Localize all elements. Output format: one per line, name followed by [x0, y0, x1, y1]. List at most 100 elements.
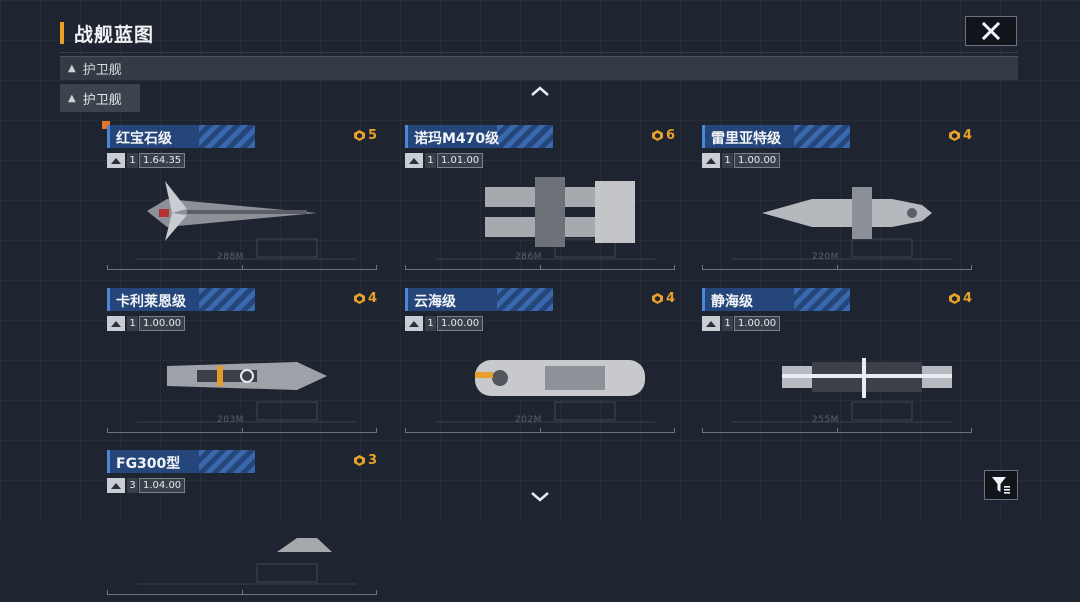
ship-count: 1: [127, 316, 138, 331]
ship-type-icon: [107, 153, 125, 168]
ship-version: 1.00.00: [734, 316, 781, 331]
ship-card[interactable]: 卡利莱恩级 4 1 1.00.00 203M: [107, 288, 377, 440]
ship-blueprint: [732, 187, 952, 260]
ship-stats: 1 1.00.00: [702, 152, 781, 169]
ship-blueprint: [137, 538, 357, 585]
name-bar-stripes: [794, 125, 850, 148]
ship-cost: 4: [948, 291, 972, 306]
name-bar-stripes: [199, 288, 255, 311]
ship-cost: 4: [353, 291, 377, 306]
ship-size-label: 286M: [515, 252, 542, 262]
ship-card[interactable]: 云海级 4 1 1.00.00 202M: [405, 288, 675, 440]
ship-cost: 3: [353, 453, 377, 468]
resource-icon: [651, 293, 663, 304]
ship-name: 云海级: [414, 294, 456, 310]
baseline-tick: [376, 428, 377, 433]
category-dropdown[interactable]: ▲ 护卫舰: [60, 56, 1018, 80]
ship-type-icon: [702, 153, 720, 168]
ship-card[interactable]: 红宝石级 5 1 1.64.35 288M: [107, 125, 377, 277]
ship-name-bar: 红宝石级: [107, 125, 255, 148]
name-bar-stripes: [199, 125, 255, 148]
ship-card[interactable]: 诺玛M470级 6 1 1.01.00 286M: [405, 125, 675, 277]
ship-version: 1.00.00: [139, 316, 186, 331]
filter-button[interactable]: [984, 470, 1018, 500]
name-bar-stripes: [497, 288, 553, 311]
ship-card[interactable]: FG300型 3 3 1.04.00: [107, 450, 377, 602]
baseline-tick: [242, 590, 243, 595]
baseline-tick: [674, 428, 675, 433]
ship-count: 1: [425, 153, 436, 168]
page-title: 战舰蓝图: [74, 23, 155, 46]
ship-name-bar: 云海级: [405, 288, 553, 311]
title-accent: [60, 22, 64, 44]
resource-icon: [948, 293, 960, 304]
ship-stats: 1 1.64.35: [107, 152, 186, 169]
baseline-tick: [540, 428, 541, 433]
ship-name-bar: 雷里亚特级: [702, 125, 850, 148]
ship-blueprint: [732, 358, 952, 423]
close-icon: [981, 21, 1001, 41]
ship-cost: 4: [948, 128, 972, 143]
ship-size-label: 220M: [812, 252, 839, 262]
baseline-tick: [242, 428, 243, 433]
ship-name: 诺玛M470级: [414, 131, 500, 147]
filter-icon: [992, 477, 1010, 494]
ship-version: 1.00.00: [734, 153, 781, 168]
ship-version: 1.01.00: [437, 153, 484, 168]
baseline-tick: [376, 590, 377, 595]
close-button[interactable]: [965, 16, 1017, 46]
ship-cost-value: 6: [665, 128, 675, 143]
subcategory-label: 护卫舰: [82, 92, 122, 108]
baseline-tick: [837, 265, 838, 270]
ship-count: 1: [425, 316, 436, 331]
page-header: 战舰蓝图: [60, 18, 154, 48]
ship-cost-value: 4: [665, 291, 675, 306]
ship-type-icon: [702, 316, 720, 331]
baseline-tick: [376, 265, 377, 270]
ship-blueprint: [137, 362, 357, 423]
baseline-tick: [702, 265, 703, 270]
scroll-down-chevron-icon[interactable]: [528, 490, 552, 504]
ship-size-label: 203M: [217, 415, 244, 425]
baseline-tick: [971, 265, 972, 270]
header-divider: [60, 52, 1018, 53]
ship-name: 雷里亚特级: [711, 131, 781, 147]
baseline-tick: [540, 265, 541, 270]
ship-card[interactable]: 雷里亚特级 4 1 1.00.00 220M: [702, 125, 972, 277]
ship-name: FG300型: [116, 456, 181, 472]
resource-icon: [353, 293, 365, 304]
ship-type-icon: [107, 316, 125, 331]
ship-cost-value: 5: [367, 128, 377, 143]
baseline-tick: [971, 428, 972, 433]
ship-size-label: 288M: [217, 252, 244, 262]
baseline-tick: [107, 428, 108, 433]
ship-cost: 5: [353, 128, 377, 143]
baseline-tick: [837, 428, 838, 433]
ship-stats: 1 1.00.00: [702, 315, 781, 332]
ship-size-label: 255M: [812, 415, 839, 425]
subcategory-tab[interactable]: ▲ 护卫舰: [60, 84, 140, 112]
ship-count: 1: [127, 153, 138, 168]
ship-cost-value: 4: [962, 128, 972, 143]
resource-icon: [948, 130, 960, 141]
name-bar-stripes: [497, 125, 553, 148]
ship-name: 静海级: [711, 294, 753, 310]
ship-name-bar: 诺玛M470级: [405, 125, 553, 148]
ship-blueprint: [137, 181, 357, 260]
ship-name: 卡利莱恩级: [116, 294, 186, 310]
collapse-triangle-icon: ▲: [68, 92, 76, 104]
ship-blueprint: [435, 360, 655, 423]
ship-count: 3: [127, 478, 138, 493]
scroll-up-chevron-icon[interactable]: [528, 84, 552, 98]
resource-icon: [353, 455, 365, 466]
baseline-tick: [107, 265, 108, 270]
ship-type-icon: [405, 316, 423, 331]
ship-count: 1: [722, 153, 733, 168]
ship-stats: 1 1.00.00: [107, 315, 186, 332]
ship-card[interactable]: 静海级 4 1 1.00.00 255M: [702, 288, 972, 440]
baseline-tick: [405, 428, 406, 433]
ship-type-icon: [107, 478, 125, 493]
ship-version: 1.04.00: [139, 478, 186, 493]
ship-name-bar: 卡利莱恩级: [107, 288, 255, 311]
resource-icon: [353, 130, 365, 141]
